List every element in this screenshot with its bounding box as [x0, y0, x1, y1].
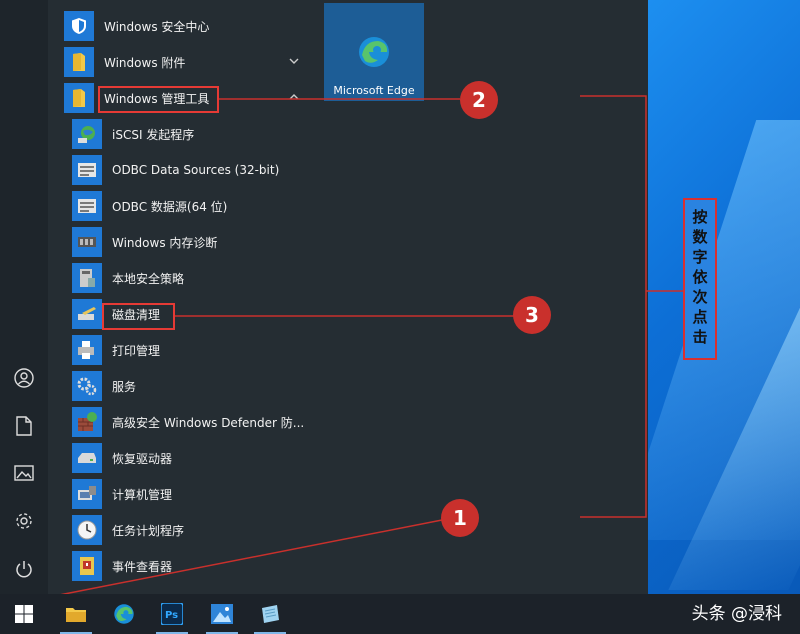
instruction-note: 按数字依次点击 — [683, 198, 717, 360]
step-3-callout: 3 — [513, 296, 551, 334]
annotation-lines — [43, 95, 683, 599]
windows-start-icon[interactable] — [0, 594, 48, 634]
photoshop-icon[interactable]: Ps — [148, 594, 196, 634]
step-1-callout: 1 — [441, 499, 479, 537]
watermark: 头条 @浸科 — [691, 604, 782, 624]
file-explorer-icon[interactable] — [52, 594, 100, 634]
taskbar: Ps 头条 @浸科 — [0, 594, 800, 634]
photos-icon[interactable] — [198, 594, 246, 634]
edge-icon[interactable] — [100, 594, 148, 634]
step-2-callout: 2 — [460, 81, 498, 119]
svg-text:Ps: Ps — [165, 610, 178, 621]
notes-icon[interactable] — [246, 594, 294, 634]
